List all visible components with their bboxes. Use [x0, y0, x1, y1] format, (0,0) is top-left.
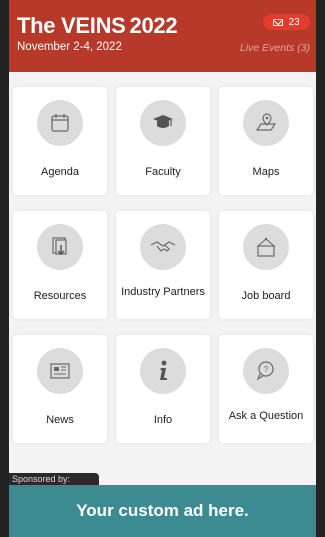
svg-text:?: ? [264, 365, 269, 374]
tile-label: Faculty [145, 166, 181, 178]
tile-agenda[interactable]: Agenda [13, 87, 107, 195]
header: The VEINS 2022 November 2-4, 2022 23 Live… [9, 0, 316, 72]
tile-faculty[interactable]: Faculty [116, 87, 210, 195]
tile-label: Agenda [41, 166, 79, 178]
tile-maps[interactable]: Maps [219, 87, 313, 195]
tile-ask-question[interactable]: ? Ask a Question [219, 335, 313, 443]
newspaper-icon [37, 348, 83, 394]
live-events-link[interactable]: Live Events (3) [240, 42, 310, 54]
hanging-sign-icon [243, 224, 289, 270]
tile-job-board[interactable]: Job board [219, 211, 313, 319]
tile-label: Ask a Question [228, 410, 304, 422]
tile-industry-partners[interactable]: Industry Partners [116, 211, 210, 319]
calendar-icon [37, 100, 83, 146]
info-icon [140, 348, 186, 394]
document-download-icon [37, 224, 83, 270]
graduation-cap-icon [140, 100, 186, 146]
feature-grid: Agenda Faculty Maps Resources Industry P… [13, 87, 313, 447]
question-bubble-icon: ? [243, 348, 289, 394]
app-frame: The VEINS 2022 November 2-4, 2022 23 Live… [0, 0, 325, 537]
notifications-count: 23 [288, 16, 300, 28]
sponsored-label: Sponsored by: [9, 473, 99, 485]
mail-icon [273, 18, 284, 26]
event-title: The VEINS 2022 [17, 13, 178, 39]
tile-label: Resources [33, 290, 87, 302]
tile-label: Industry Partners [121, 286, 205, 298]
event-date: November 2-4, 2022 [17, 41, 122, 53]
tile-news[interactable]: News [13, 335, 107, 443]
tile-label: Info [153, 414, 173, 426]
handshake-icon [140, 224, 186, 270]
title-text: The VEINS [17, 13, 126, 38]
tile-info[interactable]: Info [116, 335, 210, 443]
map-pin-icon [243, 100, 289, 146]
tile-resources[interactable]: Resources [13, 211, 107, 319]
ad-banner[interactable]: Your custom ad here. [9, 485, 316, 537]
tile-label: Maps [252, 166, 280, 178]
tile-label: News [46, 414, 74, 426]
tile-label: Job board [241, 290, 291, 302]
title-year: 2022 [129, 13, 178, 38]
notifications-badge[interactable]: 23 [263, 14, 310, 30]
